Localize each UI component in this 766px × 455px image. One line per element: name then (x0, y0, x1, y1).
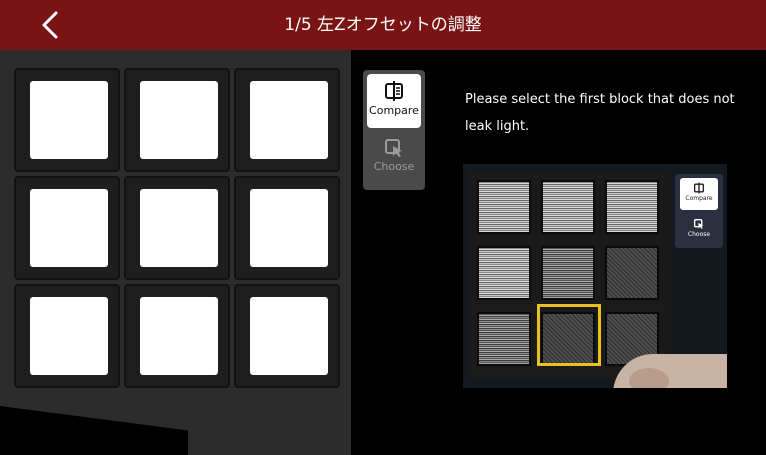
finger-photo (629, 368, 669, 388)
block-5[interactable] (124, 176, 230, 280)
compare-mode-button[interactable]: Compare (367, 74, 421, 128)
block-8[interactable] (124, 284, 230, 388)
sample-block (605, 180, 659, 234)
block-3[interactable] (234, 68, 340, 172)
block-window (30, 189, 108, 267)
choose-label: Choose (373, 160, 415, 173)
sample-block (541, 246, 595, 300)
mini-mode-switch: Compare Choose (675, 174, 723, 248)
block-4[interactable] (14, 176, 120, 280)
block-2[interactable] (124, 68, 230, 172)
choose-icon (385, 139, 402, 157)
block-window (140, 189, 218, 267)
block-window (30, 297, 108, 375)
sample-block (477, 180, 531, 234)
sample-block (605, 246, 659, 300)
block-6[interactable] (234, 176, 340, 280)
mini-choose-label: Choose (687, 231, 711, 238)
calibration-block-panel (0, 50, 351, 455)
block-7[interactable] (14, 284, 120, 388)
mini-compare: Compare (680, 178, 718, 210)
selection-highlight (537, 304, 601, 366)
example-photo: Compare Choose (463, 164, 727, 388)
block-9[interactable] (234, 284, 340, 388)
instruction-text: Please select the first block that does … (465, 92, 735, 134)
printer-bed-shape (0, 406, 188, 455)
sample-block (477, 246, 531, 300)
mini-compare-label: Compare (685, 195, 713, 202)
block-window (140, 81, 218, 159)
header-bar: 1/5 左Zオフセットの調整 (0, 0, 766, 50)
block-window (250, 297, 328, 375)
choose-mode-button[interactable]: Choose (367, 132, 421, 186)
block-window (250, 81, 328, 159)
block-window (140, 297, 218, 375)
mini-choose: Choose (680, 214, 718, 244)
page-title: 1/5 左Zオフセットの調整 (284, 15, 482, 35)
compare-label: Compare (369, 104, 419, 117)
block-window (30, 81, 108, 159)
sample-block (541, 180, 595, 234)
choose-icon (693, 218, 704, 229)
mode-switch: Compare Choose (363, 70, 425, 190)
sample-block (477, 312, 531, 366)
compare-icon (693, 182, 705, 194)
compare-icon (385, 81, 403, 101)
block-grid (14, 68, 344, 394)
block-window (250, 189, 328, 267)
instruction-panel: Compare Choose Please select the first b… (351, 50, 766, 455)
block-1[interactable] (14, 68, 120, 172)
